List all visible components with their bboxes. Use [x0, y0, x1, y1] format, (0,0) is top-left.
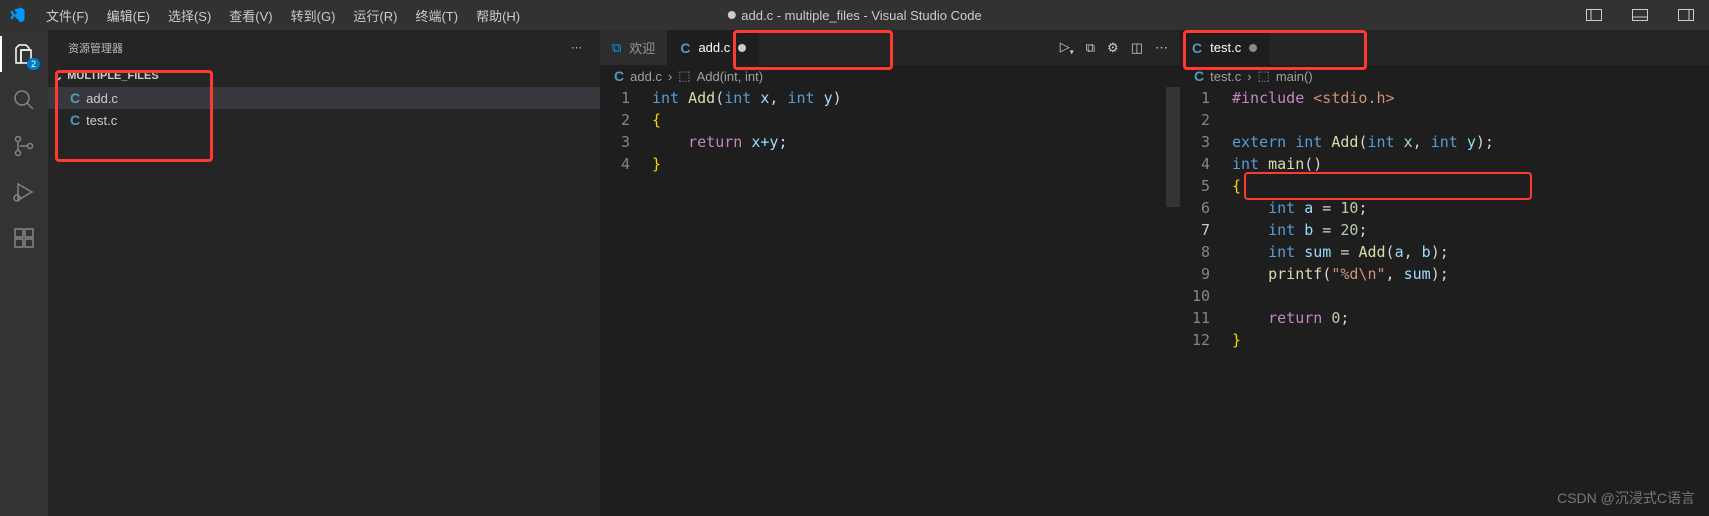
- tab-label: test.c: [1210, 40, 1241, 55]
- breadcrumb-file: test.c: [1210, 69, 1241, 84]
- vscode-logo-icon: [8, 6, 26, 24]
- breadcrumb[interactable]: C add.c › ⬚ Add(int, int): [600, 65, 1180, 87]
- tabs-1: ⧉ 欢迎 C add.c ▷▾ ⧉ ⚙ ◫ ⋯: [600, 30, 1180, 65]
- line-number: 5: [1180, 175, 1210, 197]
- code-area[interactable]: #include <stdio.h> extern int Add(int x,…: [1228, 87, 1709, 516]
- tabs-2: C test.c: [1180, 30, 1709, 65]
- tab-label: 欢迎: [629, 38, 655, 57]
- menu-file[interactable]: 文件(F): [38, 2, 97, 29]
- line-number: 10: [1180, 285, 1210, 307]
- window-controls: [1571, 0, 1709, 30]
- watermark: CSDN @沉浸式C语言: [1557, 488, 1695, 508]
- line-number: 11: [1180, 307, 1210, 329]
- chevron-right-icon: ›: [668, 69, 672, 84]
- line-number: 1: [1180, 87, 1210, 109]
- menu-run[interactable]: 运行(R): [345, 2, 405, 29]
- explorer-header: 资源管理器 ⋯: [48, 30, 600, 65]
- line-number: 9: [1180, 263, 1210, 285]
- breadcrumb[interactable]: C test.c › ⬚ main(): [1180, 65, 1709, 87]
- titlebar: 文件(F) 编辑(E) 选择(S) 查看(V) 转到(G) 运行(R) 终端(T…: [0, 0, 1709, 30]
- run-icon[interactable]: ▷▾: [1060, 39, 1074, 57]
- symbol-icon: ⬚: [1258, 68, 1270, 84]
- search-icon[interactable]: [10, 86, 38, 114]
- split-editor-icon[interactable]: ◫: [1131, 40, 1143, 56]
- tab-add-c[interactable]: C add.c: [668, 30, 759, 65]
- split-compare-icon[interactable]: ⧉: [1086, 40, 1095, 56]
- vscode-logo-icon: ⧉: [612, 40, 621, 56]
- editor-group-2: C test.c C test.c › ⬚ main() 1 2 3 4 5 6…: [1180, 30, 1709, 516]
- menu-edit[interactable]: 编辑(E): [99, 2, 158, 29]
- line-number: 7: [1180, 219, 1210, 241]
- folder-name: MULTIPLE_FILES: [67, 70, 158, 82]
- line-number: 2: [600, 109, 630, 131]
- menu-help[interactable]: 帮助(H): [468, 2, 528, 29]
- menu-view[interactable]: 查看(V): [221, 2, 280, 29]
- tab-test-c[interactable]: C test.c: [1180, 30, 1270, 65]
- line-number: 4: [1180, 153, 1210, 175]
- gear-icon[interactable]: ⚙: [1107, 40, 1119, 56]
- line-number: 3: [600, 131, 630, 153]
- file-label: add.c: [86, 91, 118, 106]
- dirty-dot-icon: [1249, 44, 1257, 52]
- gutter: 1 2 3 4: [600, 87, 648, 516]
- scrollbar[interactable]: [1166, 87, 1180, 207]
- c-file-icon: C: [70, 112, 80, 128]
- breadcrumb-symbol: main(): [1276, 69, 1313, 84]
- more-icon[interactable]: ⋯: [1155, 40, 1168, 56]
- chevron-right-icon: ›: [1247, 69, 1251, 84]
- menu-selection[interactable]: 选择(S): [160, 2, 219, 29]
- c-file-icon: C: [680, 40, 690, 56]
- line-number: 6: [1180, 197, 1210, 219]
- file-item-test-c[interactable]: C test.c: [48, 109, 600, 131]
- line-number: 12: [1180, 329, 1210, 351]
- source-control-icon[interactable]: [10, 132, 38, 160]
- editor-test-c[interactable]: 1 2 3 4 5 6 7 8 9 10 11 12 #include <std…: [1180, 87, 1709, 516]
- line-number: 4: [600, 153, 630, 175]
- line-number: 2: [1180, 109, 1210, 131]
- line-number: 3: [1180, 131, 1210, 153]
- c-file-icon: C: [614, 68, 624, 84]
- dirty-dot-icon: [727, 11, 735, 19]
- menu-bar: 文件(F) 编辑(E) 选择(S) 查看(V) 转到(G) 运行(R) 终端(T…: [38, 2, 528, 29]
- symbol-icon: ⬚: [678, 68, 690, 84]
- window-title-text: add.c - multiple_files - Visual Studio C…: [741, 8, 981, 23]
- run-debug-icon[interactable]: [10, 178, 38, 206]
- layout-right-icon[interactable]: [1663, 0, 1709, 30]
- editor-add-c[interactable]: 1 2 3 4 int Add(int x, int y) { return x…: [600, 87, 1180, 516]
- explorer-icon[interactable]: 2: [10, 40, 38, 68]
- folder-header[interactable]: ⌄ MULTIPLE_FILES: [48, 65, 600, 87]
- menu-terminal[interactable]: 终端(T): [407, 2, 466, 29]
- code-area[interactable]: int Add(int x, int y) { return x+y; }: [648, 87, 1180, 516]
- layout-bottom-icon[interactable]: [1617, 0, 1663, 30]
- breadcrumb-file: add.c: [630, 69, 662, 84]
- line-number: 8: [1180, 241, 1210, 263]
- explorer-sidebar: 资源管理器 ⋯ ⌄ MULTIPLE_FILES C add.c C test.…: [48, 30, 600, 516]
- more-actions-icon[interactable]: ⋯: [571, 41, 584, 54]
- c-file-icon: C: [1194, 68, 1204, 84]
- tab-label: add.c: [698, 40, 730, 55]
- breadcrumb-symbol: Add(int, int): [697, 69, 763, 84]
- extensions-icon[interactable]: [10, 224, 38, 252]
- tab-welcome[interactable]: ⧉ 欢迎: [600, 30, 668, 65]
- c-file-icon: C: [1192, 40, 1202, 56]
- layout-left-icon[interactable]: [1571, 0, 1617, 30]
- explorer-badge: 2: [27, 58, 40, 70]
- file-item-add-c[interactable]: C add.c: [48, 87, 600, 109]
- c-file-icon: C: [70, 90, 80, 106]
- file-label: test.c: [86, 113, 117, 128]
- line-number: 1: [600, 87, 630, 109]
- activity-bar: 2: [0, 30, 48, 516]
- dirty-dot-icon: [738, 44, 746, 52]
- menu-go[interactable]: 转到(G): [283, 2, 344, 29]
- tab-actions: ▷▾ ⧉ ⚙ ◫ ⋯: [1060, 30, 1180, 65]
- editor-group-1: ⧉ 欢迎 C add.c ▷▾ ⧉ ⚙ ◫ ⋯ C add.c › ⬚ Add(…: [600, 30, 1180, 516]
- window-title: add.c - multiple_files - Visual Studio C…: [727, 8, 981, 23]
- chevron-down-icon: ⌄: [54, 70, 63, 83]
- gutter: 1 2 3 4 5 6 7 8 9 10 11 12: [1180, 87, 1228, 516]
- explorer-title: 资源管理器: [68, 40, 123, 56]
